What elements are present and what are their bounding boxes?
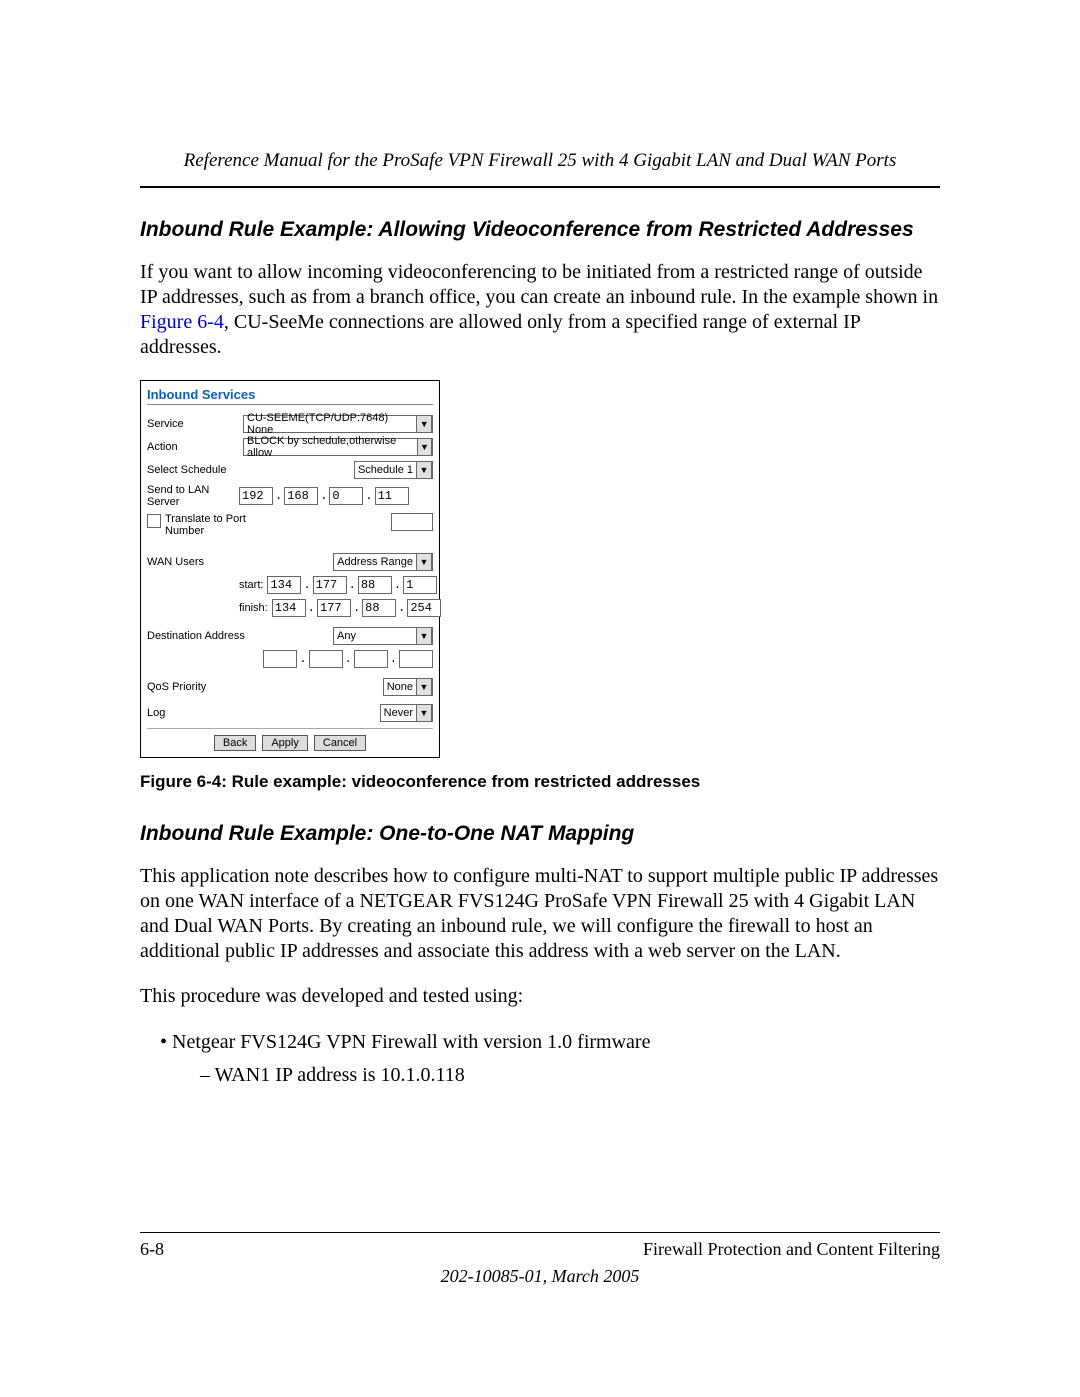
chevron-down-icon: ▼: [416, 678, 432, 696]
log-select[interactable]: Never ▼: [380, 704, 433, 722]
section2-heading: Inbound Rule Example: One-to-One NAT Map…: [140, 822, 940, 846]
page-number: 6-8: [140, 1239, 164, 1260]
schedule-select[interactable]: Schedule 1 ▼: [354, 461, 433, 479]
cancel-button[interactable]: Cancel: [314, 735, 366, 751]
para1-text-a: If you want to allow incoming videoconfe…: [140, 261, 938, 308]
back-button[interactable]: Back: [214, 735, 256, 751]
label-log: Log: [147, 707, 239, 719]
start-ip-2[interactable]: 177: [313, 576, 347, 594]
service-select-value: CU-SEEME(TCP/UDP:7648) None: [247, 412, 413, 436]
label-finish: finish:: [239, 602, 268, 614]
chevron-down-icon: ▼: [416, 627, 432, 645]
dest-ip-4[interactable]: [399, 650, 433, 668]
procedure-list: Netgear FVS124G VPN Firewall with versio…: [160, 1029, 940, 1089]
doc-id-date: 202-10085-01, March 2005: [140, 1266, 940, 1287]
finish-ip-1[interactable]: 134: [272, 599, 306, 617]
document-page: Reference Manual for the ProSafe VPN Fir…: [0, 0, 1080, 1397]
finish-ip-2[interactable]: 177: [317, 599, 351, 617]
figure-reference-link[interactable]: Figure 6-4: [140, 311, 224, 333]
wan-users-select[interactable]: Address Range ▼: [333, 553, 433, 571]
label-send-lan: Send to LAN Server: [147, 484, 239, 508]
panel-divider: [147, 728, 433, 729]
label-wan-users: WAN Users: [147, 556, 239, 568]
translate-checkbox[interactable]: [147, 514, 161, 528]
destination-value: Any: [337, 630, 356, 642]
panel-title: Inbound Services: [147, 385, 433, 405]
start-ip-4[interactable]: 1: [403, 576, 437, 594]
section2-paragraph-2: This procedure was developed and tested …: [140, 984, 940, 1009]
lan-ip-2[interactable]: 168: [284, 487, 318, 505]
start-ip-1[interactable]: 134: [267, 576, 301, 594]
chevron-down-icon: ▼: [417, 438, 432, 456]
chevron-down-icon: ▼: [416, 461, 432, 479]
qos-value: None: [387, 681, 413, 693]
action-select[interactable]: BLOCK by schedule,otherwise allow ▼: [243, 438, 433, 456]
chevron-down-icon: ▼: [416, 415, 432, 433]
qos-select[interactable]: None ▼: [383, 678, 433, 696]
label-qos: QoS Priority: [147, 681, 239, 693]
lan-ip-3[interactable]: 0: [329, 487, 363, 505]
lan-ip-4[interactable]: 11: [375, 487, 409, 505]
section1-heading: Inbound Rule Example: Allowing Videoconf…: [140, 218, 940, 242]
lan-ip-1[interactable]: 192: [239, 487, 273, 505]
label-start: start:: [239, 579, 263, 591]
para1-text-b: , CU-SeeMe connections are allowed only …: [140, 311, 860, 358]
label-translate: Translate to Port Number: [165, 513, 287, 537]
action-select-value: BLOCK by schedule,otherwise allow: [247, 435, 414, 459]
inbound-services-panel: Inbound Services Service CU-SEEME(TCP/UD…: [140, 380, 440, 758]
translate-port-input[interactable]: [391, 513, 433, 531]
finish-ip-4[interactable]: 254: [407, 599, 441, 617]
schedule-select-value: Schedule 1: [358, 464, 413, 476]
list-item: WAN1 IP address is 10.1.0.118: [200, 1062, 940, 1089]
wan-users-value: Address Range: [337, 556, 413, 568]
dest-ip-3[interactable]: [354, 650, 388, 668]
label-service: Service: [147, 418, 239, 430]
label-destination: Destination Address: [147, 630, 257, 642]
section1-paragraph: If you want to allow incoming videoconfe…: [140, 260, 940, 360]
label-action: Action: [147, 441, 239, 453]
log-value: Never: [384, 707, 413, 719]
running-header: Reference Manual for the ProSafe VPN Fir…: [140, 150, 940, 180]
section2-paragraph: This application note describes how to c…: [140, 864, 940, 964]
dest-ip-2[interactable]: [309, 650, 343, 668]
list-item: Netgear FVS124G VPN Firewall with versio…: [160, 1029, 940, 1056]
finish-ip-3[interactable]: 88: [362, 599, 396, 617]
start-ip-3[interactable]: 88: [358, 576, 392, 594]
chevron-down-icon: ▼: [416, 704, 432, 722]
label-schedule: Select Schedule: [147, 464, 239, 476]
page-footer: 6-8 Firewall Protection and Content Filt…: [140, 1232, 940, 1287]
chapter-title: Firewall Protection and Content Filterin…: [643, 1239, 940, 1260]
service-select[interactable]: CU-SEEME(TCP/UDP:7648) None ▼: [243, 415, 433, 433]
figure-caption: Figure 6-4: Rule example: videoconferenc…: [140, 772, 940, 792]
chevron-down-icon: ▼: [416, 553, 432, 571]
apply-button[interactable]: Apply: [262, 735, 308, 751]
header-rule: [140, 186, 940, 188]
destination-select[interactable]: Any ▼: [333, 627, 433, 645]
dest-ip-1[interactable]: [263, 650, 297, 668]
